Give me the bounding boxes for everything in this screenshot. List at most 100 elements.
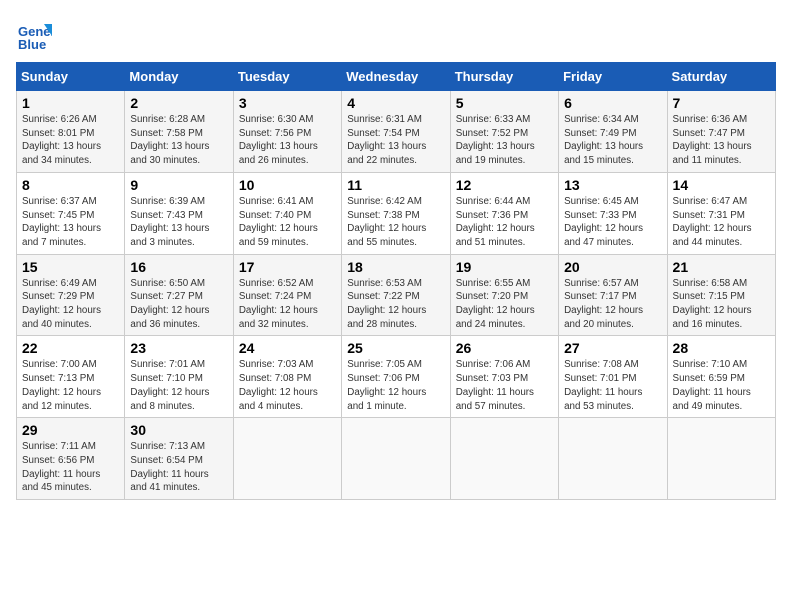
day-of-week-saturday: Saturday [667, 63, 775, 91]
day-info: Sunrise: 7:01 AM Sunset: 7:10 PM Dayligh… [130, 358, 227, 413]
table-row: 22 Sunrise: 7:00 AM Sunset: 7:13 PM Dayli… [17, 336, 125, 418]
day-number: 29 [22, 422, 119, 438]
day-number: 2 [130, 95, 227, 111]
day-number: 7 [673, 95, 770, 111]
day-info: Sunrise: 6:52 AM Sunset: 7:24 PM Dayligh… [239, 277, 336, 332]
table-row: 20 Sunrise: 6:57 AM Sunset: 7:17 PM Dayli… [559, 254, 667, 336]
table-row [450, 418, 558, 500]
day-info: Sunrise: 7:08 AM Sunset: 7:01 PM Dayligh… [564, 358, 661, 413]
day-info: Sunrise: 7:05 AM Sunset: 7:06 PM Dayligh… [347, 358, 444, 413]
day-number: 4 [347, 95, 444, 111]
day-info: Sunrise: 6:26 AM Sunset: 8:01 PM Dayligh… [22, 113, 119, 168]
table-row: 12Sunrise: 6:44 AM Sunset: 7:36 PM Dayli… [450, 172, 558, 254]
day-number: 6 [564, 95, 661, 111]
table-row: 5 Sunrise: 6:33 AM Sunset: 7:52 PM Daylig… [450, 91, 558, 173]
day-info: Sunrise: 7:00 AM Sunset: 7:13 PM Dayligh… [22, 358, 119, 413]
table-row: 29 Sunrise: 7:11 AM Sunset: 6:56 PM Dayli… [17, 418, 125, 500]
day-info: Sunrise: 6:28 AM Sunset: 7:58 PM Dayligh… [130, 113, 227, 168]
table-row: 27Sunrise: 7:08 AM Sunset: 7:01 PM Dayli… [559, 336, 667, 418]
table-row [342, 418, 450, 500]
day-info: Sunrise: 7:03 AM Sunset: 7:08 PM Dayligh… [239, 358, 336, 413]
day-info: Sunrise: 6:33 AM Sunset: 7:52 PM Dayligh… [456, 113, 553, 168]
table-row: 8 Sunrise: 6:37 AM Sunset: 7:45 PM Daylig… [17, 172, 125, 254]
day-number: 28 [673, 340, 770, 356]
table-row: 30 Sunrise: 7:13 AM Sunset: 6:54 PM Dayli… [125, 418, 233, 500]
day-number: 24 [239, 340, 336, 356]
table-row: 11 Sunrise: 6:42 AM Sunset: 7:38 PM Dayli… [342, 172, 450, 254]
day-info: Sunrise: 6:55 AM Sunset: 7:20 PM Dayligh… [456, 277, 553, 332]
table-row: 17 Sunrise: 6:52 AM Sunset: 7:24 PM Dayli… [233, 254, 341, 336]
day-number: 16 [130, 259, 227, 275]
day-info: Sunrise: 6:58 AM Sunset: 7:15 PM Dayligh… [673, 277, 770, 332]
day-info: Sunrise: 6:36 AM Sunset: 7:47 PM Dayligh… [673, 113, 770, 168]
day-number: 25 [347, 340, 444, 356]
table-row: 26Sunrise: 7:06 AM Sunset: 7:03 PM Dayli… [450, 336, 558, 418]
table-row: 16 Sunrise: 6:50 AM Sunset: 7:27 PM Dayli… [125, 254, 233, 336]
day-info: Sunrise: 6:42 AM Sunset: 7:38 PM Dayligh… [347, 195, 444, 250]
table-row: 1 Sunrise: 6:26 AM Sunset: 8:01 PM Daylig… [17, 91, 125, 173]
table-row [559, 418, 667, 500]
day-of-week-monday: Monday [125, 63, 233, 91]
day-number: 1 [22, 95, 119, 111]
table-row: 6 Sunrise: 6:34 AM Sunset: 7:49 PM Daylig… [559, 91, 667, 173]
day-info: Sunrise: 6:34 AM Sunset: 7:49 PM Dayligh… [564, 113, 661, 168]
day-number: 9 [130, 177, 227, 193]
day-number: 22 [22, 340, 119, 356]
table-row: 2 Sunrise: 6:28 AM Sunset: 7:58 PM Daylig… [125, 91, 233, 173]
day-of-week-tuesday: Tuesday [233, 63, 341, 91]
table-row: 25 Sunrise: 7:05 AM Sunset: 7:06 PM Dayli… [342, 336, 450, 418]
day-number: 8 [22, 177, 119, 193]
day-info: Sunrise: 7:06 AM Sunset: 7:03 PM Dayligh… [456, 358, 553, 413]
day-info: Sunrise: 6:45 AM Sunset: 7:33 PM Dayligh… [564, 195, 661, 250]
day-number: 18 [347, 259, 444, 275]
calendar-table: SundayMondayTuesdayWednesdayThursdayFrid… [16, 62, 776, 500]
day-number: 3 [239, 95, 336, 111]
day-number: 13 [564, 177, 661, 193]
day-number: 12 [456, 177, 553, 193]
day-number: 19 [456, 259, 553, 275]
day-of-week-sunday: Sunday [17, 63, 125, 91]
day-of-week-thursday: Thursday [450, 63, 558, 91]
day-number: 21 [673, 259, 770, 275]
day-number: 11 [347, 177, 444, 193]
svg-text:Blue: Blue [18, 37, 46, 52]
day-of-week-friday: Friday [559, 63, 667, 91]
day-info: Sunrise: 6:47 AM Sunset: 7:31 PM Dayligh… [673, 195, 770, 250]
day-number: 30 [130, 422, 227, 438]
table-row: 3 Sunrise: 6:30 AM Sunset: 7:56 PM Daylig… [233, 91, 341, 173]
day-number: 15 [22, 259, 119, 275]
table-row [233, 418, 341, 500]
table-row: 7 Sunrise: 6:36 AM Sunset: 7:47 PM Daylig… [667, 91, 775, 173]
table-row: 18 Sunrise: 6:53 AM Sunset: 7:22 PM Dayli… [342, 254, 450, 336]
day-info: Sunrise: 7:10 AM Sunset: 6:59 PM Dayligh… [673, 358, 770, 413]
day-info: Sunrise: 6:49 AM Sunset: 7:29 PM Dayligh… [22, 277, 119, 332]
table-row: 21 Sunrise: 6:58 AM Sunset: 7:15 PM Dayli… [667, 254, 775, 336]
table-row: 15 Sunrise: 6:49 AM Sunset: 7:29 PM Dayli… [17, 254, 125, 336]
table-row: 23 Sunrise: 7:01 AM Sunset: 7:10 PM Dayli… [125, 336, 233, 418]
day-info: Sunrise: 6:53 AM Sunset: 7:22 PM Dayligh… [347, 277, 444, 332]
day-number: 20 [564, 259, 661, 275]
table-row: 14 Sunrise: 6:47 AM Sunset: 7:31 PM Dayli… [667, 172, 775, 254]
day-number: 10 [239, 177, 336, 193]
day-info: Sunrise: 7:13 AM Sunset: 6:54 PM Dayligh… [130, 440, 227, 495]
day-number: 14 [673, 177, 770, 193]
table-row: 24 Sunrise: 7:03 AM Sunset: 7:08 PM Dayli… [233, 336, 341, 418]
day-info: Sunrise: 6:30 AM Sunset: 7:56 PM Dayligh… [239, 113, 336, 168]
table-row: 19 Sunrise: 6:55 AM Sunset: 7:20 PM Dayli… [450, 254, 558, 336]
day-number: 23 [130, 340, 227, 356]
day-number: 17 [239, 259, 336, 275]
day-info: Sunrise: 6:57 AM Sunset: 7:17 PM Dayligh… [564, 277, 661, 332]
logo: General Blue [16, 16, 52, 52]
day-info: Sunrise: 6:41 AM Sunset: 7:40 PM Dayligh… [239, 195, 336, 250]
day-number: 5 [456, 95, 553, 111]
day-info: Sunrise: 7:11 AM Sunset: 6:56 PM Dayligh… [22, 440, 119, 495]
day-info: Sunrise: 6:37 AM Sunset: 7:45 PM Dayligh… [22, 195, 119, 250]
day-of-week-wednesday: Wednesday [342, 63, 450, 91]
day-info: Sunrise: 6:50 AM Sunset: 7:27 PM Dayligh… [130, 277, 227, 332]
day-info: Sunrise: 6:31 AM Sunset: 7:54 PM Dayligh… [347, 113, 444, 168]
table-row: 10 Sunrise: 6:41 AM Sunset: 7:40 PM Dayli… [233, 172, 341, 254]
page-header: General Blue [16, 16, 776, 52]
table-row: 13 Sunrise: 6:45 AM Sunset: 7:33 PM Dayli… [559, 172, 667, 254]
day-info: Sunrise: 6:39 AM Sunset: 7:43 PM Dayligh… [130, 195, 227, 250]
table-row: 28 Sunrise: 7:10 AM Sunset: 6:59 PM Dayli… [667, 336, 775, 418]
